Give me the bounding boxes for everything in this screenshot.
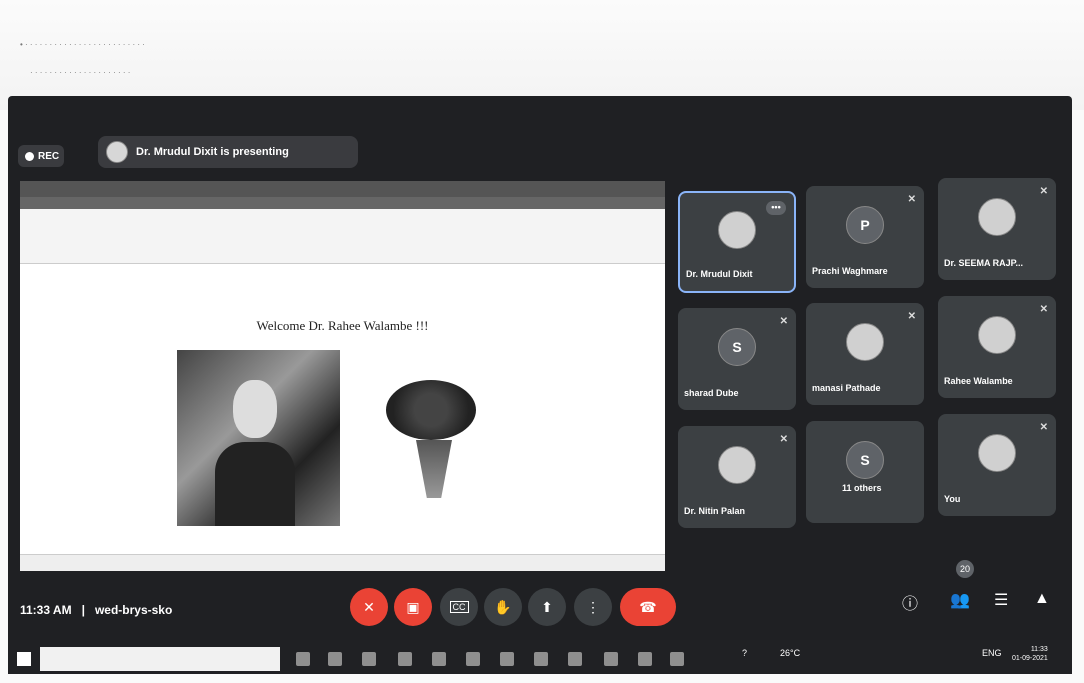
avatar — [978, 197, 1016, 236]
ppt-toolbar — [20, 209, 665, 264]
more-vert-icon: ⋮ — [586, 598, 600, 615]
presenting-text: Dr. Mrudul Dixit is presenting — [136, 146, 289, 158]
present-now-button[interactable]: ⬆ — [528, 588, 566, 626]
app-icon[interactable] — [568, 652, 582, 666]
system-clock[interactable]: 11:33 01-09-2021 — [1012, 645, 1048, 663]
avatar — [978, 315, 1016, 354]
raise-hand-button[interactable]: ✋ — [484, 588, 522, 626]
participant-tile[interactable]: ••• Dr. Mrudul Dixit — [678, 191, 796, 293]
chrome-icon[interactable] — [638, 652, 652, 666]
mic-off-icon: ✕ — [1039, 186, 1048, 197]
slide-title: Welcome Dr. Rahee Walambe !!! — [256, 318, 429, 333]
camera-off-icon: ▣ — [406, 598, 420, 615]
leave-call-button[interactable]: ☎ — [620, 588, 676, 626]
separator: | — [81, 603, 85, 617]
participant-name: Prachi Waghmare — [812, 266, 888, 276]
cc-icon: CC — [449, 601, 469, 613]
cortana-icon[interactable] — [296, 652, 310, 666]
participant-tile-self[interactable]: ✕ You — [938, 414, 1056, 516]
captions-button[interactable]: CC — [440, 588, 478, 626]
participant-tile[interactable]: ✕ Dr. Nitin Palan — [678, 426, 796, 528]
app-icon[interactable] — [432, 652, 446, 666]
rec-label: REC — [38, 150, 60, 162]
slide-portrait-photo — [177, 350, 340, 526]
mic-off-icon: ✕ — [779, 434, 788, 445]
ppt-title-bar — [20, 181, 665, 197]
meeting-details: 11:33 AM | wed-brys-sko — [20, 603, 172, 617]
meeting-time: 11:33 AM — [20, 603, 72, 617]
people-icon[interactable]: 👥 — [950, 590, 970, 610]
more-options-icon[interactable]: ••• — [766, 201, 786, 215]
mail-icon[interactable] — [398, 652, 412, 666]
participant-tile-others[interactable]: S 11 others — [806, 421, 924, 523]
rec-dot-icon — [25, 151, 34, 161]
taskbar-search-input[interactable] — [40, 647, 280, 671]
participant-name: Rahee Walambe — [944, 376, 1013, 386]
end-call-icon: ☎ — [639, 598, 657, 615]
meeting-code[interactable]: wed-brys-sko — [95, 603, 172, 617]
participant-tile[interactable]: ✕ P Prachi Waghmare — [806, 186, 924, 288]
mic-off-icon: ✕ — [363, 598, 375, 615]
chat-icon[interactable]: ☰ — [994, 590, 1008, 610]
hand-icon: ✋ — [494, 598, 512, 615]
mic-off-icon: ✕ — [779, 316, 788, 327]
participant-tile[interactable]: ✕ manasi Pathade — [806, 303, 924, 405]
bouquet-image — [378, 374, 490, 502]
participant-name: Dr. Nitin Palan — [684, 506, 746, 516]
clock-time: 11:33 — [1030, 646, 1048, 653]
mic-toggle-button[interactable]: ✕ — [350, 588, 388, 626]
app-icon[interactable] — [466, 652, 480, 666]
participant-name: Dr. Mrudul Dixit — [686, 269, 753, 279]
app-icon[interactable] — [534, 652, 548, 666]
participant-name: Dr. SEEMA RAJP... — [944, 258, 1024, 268]
avatar: S — [718, 327, 756, 366]
recording-indicator: REC — [18, 145, 64, 167]
participant-tile[interactable]: ✕ Rahee Walambe — [938, 296, 1056, 398]
participant-name: 11 others — [842, 483, 882, 493]
participant-count-badge: 20 — [956, 560, 974, 578]
info-icon[interactable]: ⓘ — [902, 590, 918, 614]
avatar — [846, 322, 884, 361]
ppt-status-bar — [20, 554, 665, 571]
weather-temperature[interactable]: 26°C — [780, 648, 800, 658]
avatar — [718, 445, 756, 484]
chrome-icon[interactable] — [604, 652, 618, 666]
avatar — [978, 433, 1016, 472]
language-indicator[interactable]: ENG — [982, 648, 1002, 658]
explorer-icon[interactable] — [362, 652, 376, 666]
more-options-button[interactable]: ⋮ — [574, 588, 612, 626]
camera-toggle-button[interactable]: ▣ — [394, 588, 432, 626]
avatar: S — [846, 440, 884, 479]
browser-tabs-row: • · · · · · · · · · · · · · · · · · · · … — [20, 40, 145, 49]
shared-screen: Welcome Dr. Rahee Walambe !!! — [20, 181, 665, 571]
participant-name: sharad Dube — [684, 388, 739, 398]
present-icon: ⬆ — [541, 598, 553, 615]
mic-off-icon: ✕ — [1039, 422, 1048, 433]
help-icon[interactable]: ? — [742, 648, 747, 658]
photo-margin — [0, 0, 1084, 110]
app-icon[interactable] — [500, 652, 514, 666]
participant-name: You — [944, 494, 961, 504]
avatar — [718, 211, 756, 250]
taskview-icon[interactable] — [328, 652, 342, 666]
clock-date: 01-09-2021 — [1012, 655, 1048, 662]
participant-tile[interactable]: ✕ Dr. SEEMA RAJP... — [938, 178, 1056, 280]
windows-start-icon[interactable] — [17, 652, 31, 666]
browser-address-row: · · · · · · · · · · · · · · · · · · · · … — [30, 68, 131, 77]
avatar: P — [846, 205, 884, 244]
mic-off-icon: ✕ — [907, 194, 916, 205]
mic-off-icon: ✕ — [907, 311, 916, 322]
mic-off-icon: ✕ — [1039, 304, 1048, 315]
participant-tile[interactable]: ✕ S sharad Dube — [678, 308, 796, 410]
activities-icon[interactable]: ▲ — [1034, 590, 1050, 608]
presenter-avatar — [106, 141, 128, 163]
participant-name: manasi Pathade — [812, 383, 881, 393]
ppt-ribbon-tabs — [20, 197, 665, 209]
edge-icon[interactable] — [670, 652, 684, 666]
presenter-banner[interactable]: Dr. Mrudul Dixit is presenting — [98, 136, 358, 168]
